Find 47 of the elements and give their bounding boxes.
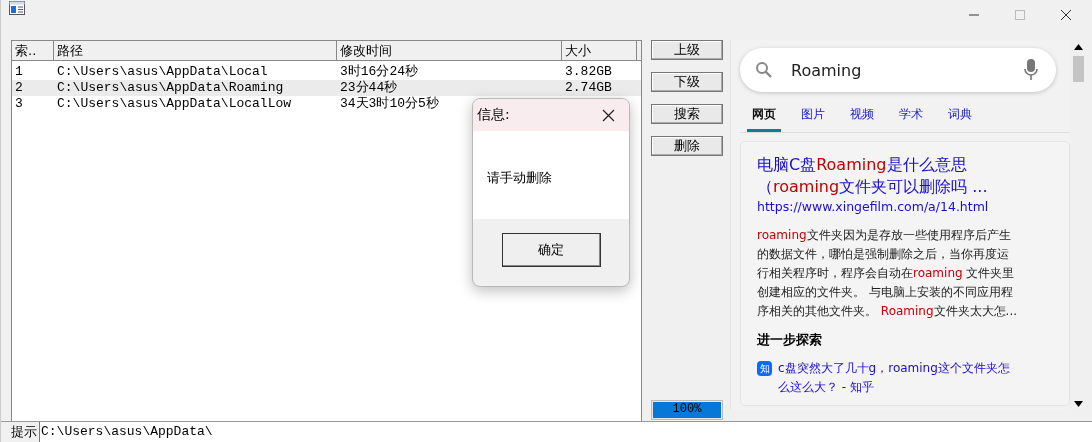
result-snippet: roaming文件夹因为是存放一些使用程序后产生的数据文件，哪怕是强制删除之后，当你再度运行相关程序时，程序会自动在roaming 文件夹里创建相应的文件夹。 与电脑上安装的不同应用程序相关的其他文件夹。 Roaming文件夹太大怎... bbox=[757, 227, 1019, 320]
table-cell-text: 34天3时10分5秒 bbox=[339, 96, 440, 112]
column-header[interactable]: 路径 bbox=[54, 41, 337, 60]
table-cell-text: C:\Users\asus\AppData\Roaming bbox=[56, 80, 285, 96]
search-tab[interactable]: 词典 bbox=[943, 102, 977, 132]
related-link[interactable]: c盘突然大了几十g，roaming这个文件夹怎么这么大？ - 知乎 bbox=[778, 359, 1019, 397]
ok-button[interactable]: 确定 bbox=[501, 233, 601, 267]
site-badge: 知 bbox=[757, 361, 772, 376]
table-cell-text: 3 bbox=[14, 96, 24, 112]
status-label: 提示 bbox=[10, 423, 38, 441]
path-field[interactable]: C:\Users\asus\AppData\ bbox=[39, 422, 1092, 442]
scroll-thumb[interactable] bbox=[1072, 56, 1084, 82]
search-tab[interactable]: 网页 bbox=[747, 102, 781, 132]
search-icon bbox=[755, 61, 773, 79]
table-cell-text: 1 bbox=[14, 64, 24, 80]
action-button[interactable]: 搜索 bbox=[651, 104, 723, 124]
file-row[interactable]: 1 C:\Users\asus\AppData\Local 3时16分24秒 3.82GB bbox=[12, 64, 641, 80]
table-cell-text: 3.82GB bbox=[564, 64, 613, 80]
table-cell-text: 2.74GB bbox=[564, 80, 613, 96]
search-tab[interactable]: 视频 bbox=[845, 102, 879, 132]
action-button[interactable]: 上级 bbox=[651, 40, 723, 60]
result-title-link[interactable]: 电脑C盘Roaming是什么意思（roaming文件夹可以删除吗 ... bbox=[757, 154, 1019, 198]
result-url[interactable]: https://www.xingefilm.com/a/14.html bbox=[757, 199, 1019, 214]
scroll-down-icon[interactable] bbox=[1073, 401, 1083, 407]
search-tab[interactable]: 学术 bbox=[894, 102, 928, 132]
table-cell-text: C:\Users\asus\AppData\Local bbox=[56, 64, 269, 80]
dialog-message: 请手动删除 bbox=[487, 170, 552, 185]
table-cell-text: 3时16分24秒 bbox=[339, 64, 419, 80]
table-cell-text: C:\Users\asus\AppData\LocalLow bbox=[56, 96, 293, 112]
search-field[interactable]: Roaming bbox=[740, 48, 1056, 92]
microphone-icon[interactable] bbox=[1024, 59, 1038, 81]
progress-reading: 100% bbox=[671, 402, 703, 416]
table-cell-text: 2 bbox=[14, 80, 24, 96]
file-row[interactable]: 2 C:\Users\asus\AppData\Roaming 23分44秒 2.74GB bbox=[12, 80, 641, 96]
action-button[interactable]: 下级 bbox=[651, 72, 723, 92]
dialog-title: 信息: bbox=[477, 106, 510, 124]
scroll-up-icon[interactable] bbox=[1073, 44, 1083, 50]
search-tab[interactable]: 图片 bbox=[796, 102, 830, 132]
explore-heading: 进一步探索 bbox=[757, 331, 823, 349]
table-cell-text: 23分44秒 bbox=[339, 80, 399, 96]
column-header[interactable]: 大小 bbox=[562, 41, 637, 60]
close-icon[interactable] bbox=[1060, 9, 1072, 21]
close-icon[interactable] bbox=[602, 108, 615, 122]
app-icon bbox=[9, 1, 25, 15]
action-button[interactable]: 删除 bbox=[651, 136, 723, 156]
column-header[interactable]: 修改时间 bbox=[337, 41, 562, 60]
column-header[interactable]: 索.. bbox=[12, 41, 54, 60]
